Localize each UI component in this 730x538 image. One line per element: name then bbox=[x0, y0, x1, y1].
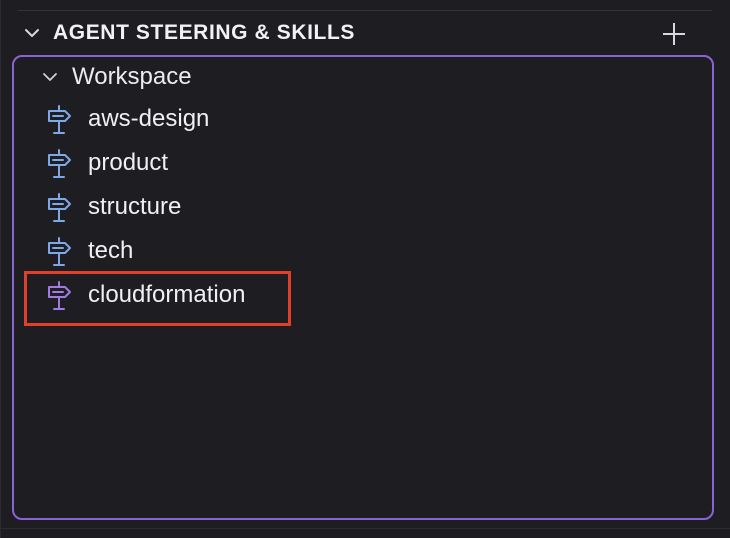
section-title: AGENT STEERING & SKILLS bbox=[53, 21, 355, 44]
top-divider bbox=[18, 10, 712, 11]
tree-item-label: tech bbox=[88, 237, 134, 264]
tree-item-label: product bbox=[88, 149, 169, 176]
tree-item-label: structure bbox=[88, 193, 182, 220]
chevron-down-icon[interactable] bbox=[22, 23, 42, 43]
plus-icon[interactable] bbox=[660, 20, 688, 48]
tree-item-aws-design[interactable]: aws-design bbox=[40, 100, 300, 140]
signpost-icon bbox=[48, 193, 71, 222]
bottom-divider bbox=[0, 528, 730, 529]
signpost-icon bbox=[48, 149, 71, 178]
section-header[interactable]: AGENT STEERING & SKILLS bbox=[0, 14, 730, 54]
agent-steering-panel: AGENT STEERING & SKILLS Workspace aws-de… bbox=[0, 0, 730, 538]
tree-group-label: Workspace bbox=[72, 63, 192, 90]
tree-item-structure[interactable]: structure bbox=[40, 188, 300, 228]
highlight-box bbox=[24, 271, 291, 326]
tree-item-product[interactable]: product bbox=[40, 144, 300, 184]
signpost-icon bbox=[48, 237, 71, 266]
tree-item-tech[interactable]: tech bbox=[40, 232, 300, 272]
tree-item-label: aws-design bbox=[88, 105, 210, 132]
chevron-down-icon[interactable] bbox=[40, 68, 60, 86]
left-border bbox=[0, 0, 1, 538]
signpost-icon bbox=[48, 105, 71, 134]
